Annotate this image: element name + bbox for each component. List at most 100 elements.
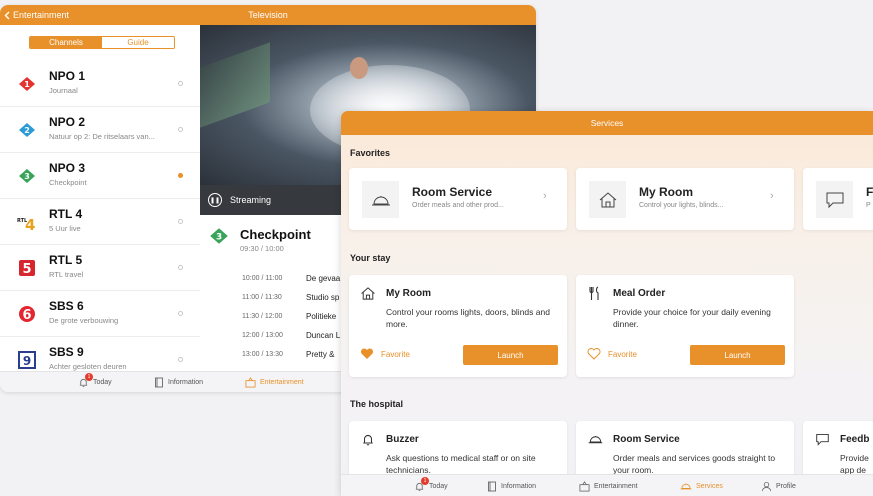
schedule-row[interactable]: 12:00 / 13:00 Duncan L [242, 326, 340, 345]
stay-card-my-room: My Room Control your rooms lights, doors… [349, 275, 567, 377]
channel-item[interactable]: 1 NPO 1 Journaal [0, 61, 200, 107]
schedule-time: 11:30 / 12:00 [242, 313, 283, 320]
tv-box-icon [245, 377, 256, 388]
channel-name: RTL 4 [49, 207, 83, 221]
favorite-card-room-service[interactable]: Room Service Order meals and other prod.… [349, 168, 567, 230]
hospital-heading: The hospital [350, 399, 404, 409]
favorites-heading: Favorites [350, 148, 391, 158]
channel-list: 1 NPO 1 Journaal 2 NPO 2 Natuur op 2: De… [0, 61, 200, 383]
channel-program: Journaal [49, 86, 78, 95]
npo1-logo-icon: 1 [16, 74, 38, 94]
schedule-row[interactable]: 11:30 / 12:00 Politieke [242, 307, 340, 326]
svg-text:4: 4 [25, 216, 35, 231]
channel-name: NPO 1 [49, 69, 86, 83]
services-title: Services [341, 111, 873, 135]
schedule-row[interactable]: 10:00 / 11:00 De gevaa [242, 269, 340, 288]
program-time: 09:30 / 10:00 [240, 244, 284, 253]
channel-item[interactable]: 2 NPO 2 Natuur op 2: De ritselaars van..… [0, 107, 200, 153]
card-description: Control your rooms lights, doors, blinds… [386, 307, 550, 329]
tab-label: Today [93, 379, 112, 386]
tv-header: Entertainment Television [0, 5, 536, 25]
schedule-title: Studio sp [306, 293, 340, 302]
card-title: Meal Order [613, 288, 666, 299]
notification-badge: 1 [85, 373, 93, 381]
channel-indicator [178, 357, 183, 362]
launch-button[interactable]: Launch [463, 345, 558, 365]
schedule-time: 13:00 / 13:30 [242, 351, 283, 358]
tab-profile[interactable]: Profile [761, 475, 796, 496]
favorite-card-feedback[interactable]: F P [803, 168, 873, 230]
hospital-card-feedback[interactable]: Feedb Provide app de [803, 421, 873, 481]
chevron-right-icon: › [543, 190, 547, 202]
tab-information[interactable]: Information [487, 475, 536, 496]
schedule-row[interactable]: 13:00 / 13:30 Pretty & [242, 345, 340, 364]
notification-badge: 1 [421, 477, 429, 485]
favorite-card-my-room[interactable]: My Room Control your lights, blinds... › [576, 168, 794, 230]
card-description: Order meals and services goods straight … [613, 453, 776, 475]
channels-tab[interactable]: Channels [30, 37, 102, 48]
current-program: 3 Checkpoint 09:30 / 10:00 [208, 227, 311, 253]
home-icon [360, 285, 376, 301]
heart-filled-icon [360, 348, 374, 359]
cloche-icon [587, 431, 603, 447]
card-description: Provide app de [840, 453, 869, 475]
channel-indicator [178, 127, 183, 132]
guide-tab[interactable]: Guide [102, 37, 174, 48]
tab-today[interactable]: 1 Today [78, 372, 112, 392]
schedule-row[interactable]: 11:00 / 11:30 Studio sp [242, 288, 340, 307]
npo3-logo-icon: 3 [16, 166, 38, 186]
card-title: Buzzer [386, 434, 419, 445]
hospital-card-room-service[interactable]: Room Service Order meals and services go… [576, 421, 794, 481]
favorite-toggle[interactable]: Favorite [360, 348, 410, 360]
schedule-title: De gevaa [306, 274, 341, 283]
favorite-title: F [866, 185, 873, 199]
pause-icon[interactable]: ❚❚ [208, 193, 222, 207]
services-tab-bar: 1 Today Information Entertainment Servic… [341, 474, 873, 496]
home-icon [589, 181, 626, 218]
tab-services[interactable]: Services [680, 475, 723, 496]
card-title: My Room [386, 288, 431, 299]
schedule-title: Politieke [306, 312, 337, 321]
schedule-time: 11:00 / 11:30 [242, 294, 282, 301]
heart-outline-icon [587, 348, 601, 360]
tab-label: Profile [776, 482, 796, 490]
tv-box-icon [579, 480, 590, 491]
rtl5-logo-icon: 5 [16, 258, 38, 278]
program-title: Checkpoint [240, 227, 311, 242]
services-window: Services Favorites Room Service Order me… [341, 111, 873, 496]
tab-label: Information [501, 482, 537, 490]
chat-bubble-icon [814, 431, 830, 447]
channel-item[interactable]: 3 NPO 3 Checkpoint [0, 153, 200, 199]
svg-text:3: 3 [24, 172, 30, 181]
channel-name: RTL 5 [49, 253, 83, 267]
tab-information[interactable]: Information [154, 372, 203, 392]
schedule-title: Duncan L [306, 331, 341, 340]
tab-entertainment[interactable]: Entertainment [579, 475, 638, 496]
card-description: Provide your choice for your daily eveni… [613, 307, 771, 329]
channel-item[interactable]: RTL 4 RTL 4 5 Uur live [0, 199, 200, 245]
video-scene-decor [200, 42, 270, 128]
channel-program: Checkpoint [49, 178, 87, 187]
channel-item[interactable]: 5 RTL 5 RTL travel [0, 245, 200, 291]
stream-label: Streaming [230, 195, 272, 205]
favorite-label: Favorite [381, 349, 410, 359]
tab-entertainment[interactable]: Entertainment [245, 372, 304, 392]
channel-item[interactable]: 6 SBS 6 De grote verbouwing [0, 291, 200, 337]
favorite-toggle[interactable]: Favorite [587, 348, 637, 360]
channel-indicator [178, 219, 183, 224]
favorite-title: Room Service [412, 185, 493, 199]
card-description: Ask questions to medical staff or on sit… [386, 453, 536, 475]
cloche-icon [680, 483, 692, 490]
sbs9-logo-icon: 9 [16, 350, 38, 370]
bell-icon [360, 431, 376, 447]
schedule-time: 10:00 / 11:00 [242, 275, 283, 282]
video-scene-person [350, 57, 368, 79]
tv-title: Television [248, 10, 288, 20]
svg-text:1: 1 [24, 80, 30, 89]
launch-button[interactable]: Launch [690, 345, 785, 365]
tab-today[interactable]: 1 Today [414, 475, 448, 496]
channel-indicator [178, 265, 183, 270]
hospital-card-buzzer[interactable]: Buzzer Ask questions to medical staff or… [349, 421, 567, 481]
rtl4-logo-icon: RTL 4 [16, 212, 38, 232]
svg-text:6: 6 [22, 308, 31, 323]
